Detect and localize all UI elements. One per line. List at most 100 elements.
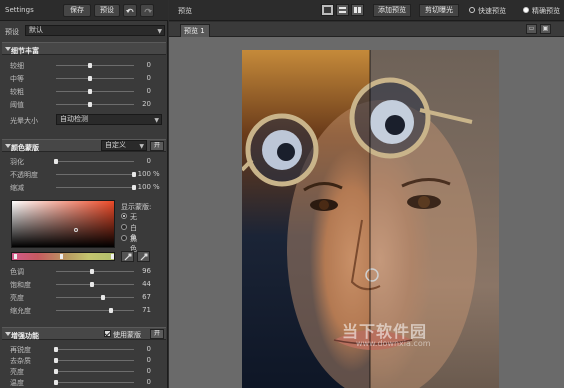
- save-button[interactable]: 保存: [63, 4, 91, 17]
- slider-row: 温度 0: [0, 377, 168, 388]
- color-picker-cursor[interactable]: [74, 228, 78, 232]
- slider-track[interactable]: [56, 172, 136, 177]
- slider-track[interactable]: [54, 358, 134, 363]
- preview-area: 预览 1 ▭ ▣ 当下软件园 www.downxia.com: [169, 22, 564, 388]
- detail-section-header[interactable]: 细节丰富: [2, 42, 166, 55]
- slider-handle[interactable]: [132, 172, 136, 177]
- slider-row: 较细 0: [0, 60, 168, 71]
- slider-track[interactable]: [54, 369, 134, 374]
- slider-track[interactable]: [56, 185, 136, 190]
- slider-value[interactable]: 44: [142, 280, 151, 288]
- slider-handle[interactable]: [87, 102, 92, 107]
- slider-value[interactable]: 0: [147, 74, 151, 82]
- slider-value[interactable]: 0: [147, 356, 151, 364]
- fast-preview-radio[interactable]: [469, 7, 475, 13]
- slider-track[interactable]: [54, 347, 134, 352]
- split-vertical-view-icon[interactable]: [351, 4, 364, 16]
- chevron-down-icon: ▼: [157, 28, 162, 35]
- slider-handle[interactable]: [89, 269, 94, 274]
- slider-handle[interactable]: [54, 369, 58, 374]
- radio-indicator: [121, 224, 127, 230]
- hue-range-start-handle[interactable]: [14, 254, 17, 259]
- preview-image[interactable]: 当下软件园 www.downxia.com: [242, 50, 499, 388]
- slider-handle[interactable]: [132, 185, 136, 190]
- slider-track[interactable]: [56, 76, 134, 81]
- slider-value[interactable]: 96: [142, 267, 151, 275]
- single-view-icon[interactable]: [321, 4, 334, 16]
- color-mask-toggle[interactable]: 开: [150, 141, 164, 151]
- precise-preview-label: 精确预览: [532, 7, 560, 15]
- slider-handle[interactable]: [108, 308, 113, 313]
- preset-row: 预设 默认 ▼: [0, 23, 168, 38]
- slider-handle[interactable]: [54, 380, 58, 385]
- precise-preview-radio[interactable]: [523, 7, 529, 13]
- slider-value[interactable]: 67: [142, 293, 151, 301]
- halo-select[interactable]: 自动检测 ▼: [56, 114, 162, 125]
- radio-indicator: [121, 213, 127, 219]
- slider-value[interactable]: 0: [147, 157, 151, 165]
- preview-toolbar: 预览 添加预览 剪切曝光 快速预览 精确预览: [169, 0, 564, 21]
- slider-row: 阈值 20: [0, 99, 168, 110]
- slider-label: 饱和度: [10, 281, 31, 289]
- preset-button[interactable]: 预设: [94, 4, 120, 17]
- slider-value[interactable]: 100: [138, 183, 151, 191]
- redo-icon[interactable]: [140, 4, 154, 17]
- slider-row: 再锐度 0: [0, 344, 168, 355]
- slider-label: 阈值: [10, 101, 24, 109]
- slider-value[interactable]: 100: [138, 170, 151, 178]
- hue-range-bar[interactable]: [11, 252, 115, 261]
- slider-handle[interactable]: [54, 358, 58, 363]
- slider-label: 较细: [10, 62, 24, 70]
- chevron-down-icon: ▼: [154, 117, 159, 124]
- minimize-icon[interactable]: ▭: [526, 24, 537, 34]
- slider-value[interactable]: 0: [147, 378, 151, 386]
- enhance-section-header[interactable]: 增强功能: [2, 327, 166, 340]
- color-mask-mode-select[interactable]: 自定义 ▼: [101, 140, 147, 151]
- slider-value[interactable]: 0: [147, 61, 151, 69]
- slider-value[interactable]: 71: [142, 306, 151, 314]
- mask-radio-none-label: 无: [130, 213, 137, 221]
- slider-value[interactable]: 0: [147, 367, 151, 375]
- hue-range-mid-handle[interactable]: [60, 254, 63, 259]
- slider-track[interactable]: [54, 380, 134, 385]
- eyedropper-icon[interactable]: [121, 251, 134, 262]
- maximize-icon[interactable]: ▣: [540, 24, 551, 34]
- slider-track[interactable]: [56, 63, 134, 68]
- slider-track[interactable]: [56, 269, 134, 274]
- settings-title: Settings: [5, 6, 34, 14]
- undo-icon[interactable]: [123, 4, 137, 17]
- use-mask-checkbox[interactable]: [104, 330, 111, 337]
- enhance-section-title: 增强功能: [11, 332, 39, 340]
- slider-label: 羽化: [10, 158, 24, 166]
- halo-select-value: 自动检测: [60, 115, 88, 123]
- slider-track[interactable]: [56, 102, 134, 107]
- slider-handle[interactable]: [54, 347, 58, 352]
- slider-track[interactable]: [56, 295, 134, 300]
- slider-track[interactable]: [56, 282, 134, 287]
- tab-preview-1[interactable]: 预览 1: [180, 24, 210, 37]
- slider-handle[interactable]: [100, 295, 105, 300]
- slider-handle[interactable]: [54, 159, 58, 164]
- hue-range-end-handle[interactable]: [111, 254, 114, 259]
- slider-row: 中等 0: [0, 73, 168, 84]
- slider-handle[interactable]: [87, 63, 92, 68]
- slider-handle[interactable]: [89, 282, 94, 287]
- enhance-toggle[interactable]: 开: [150, 329, 164, 339]
- slider-row: 亮度 0: [0, 366, 168, 377]
- slider-track[interactable]: [54, 159, 134, 164]
- slider-value[interactable]: 0: [147, 87, 151, 95]
- preset-select[interactable]: 默认 ▼: [25, 25, 165, 36]
- slider-value[interactable]: 0: [147, 345, 151, 353]
- slider-handle[interactable]: [87, 76, 92, 81]
- eyedropper-add-icon[interactable]: [137, 251, 150, 262]
- split-horizontal-view-icon[interactable]: [336, 4, 349, 16]
- color-picker-area[interactable]: [11, 200, 115, 248]
- clip-exposure-button[interactable]: 剪切曝光: [419, 4, 459, 17]
- add-preview-button[interactable]: 添加预览: [373, 4, 411, 17]
- slider-handle[interactable]: [87, 89, 92, 94]
- slider-track[interactable]: [56, 89, 134, 94]
- slider-row: 亮度 67: [0, 292, 168, 303]
- slider-value[interactable]: 20: [142, 100, 151, 108]
- slider-track[interactable]: [56, 308, 134, 313]
- preset-row-label: 预设: [5, 28, 19, 36]
